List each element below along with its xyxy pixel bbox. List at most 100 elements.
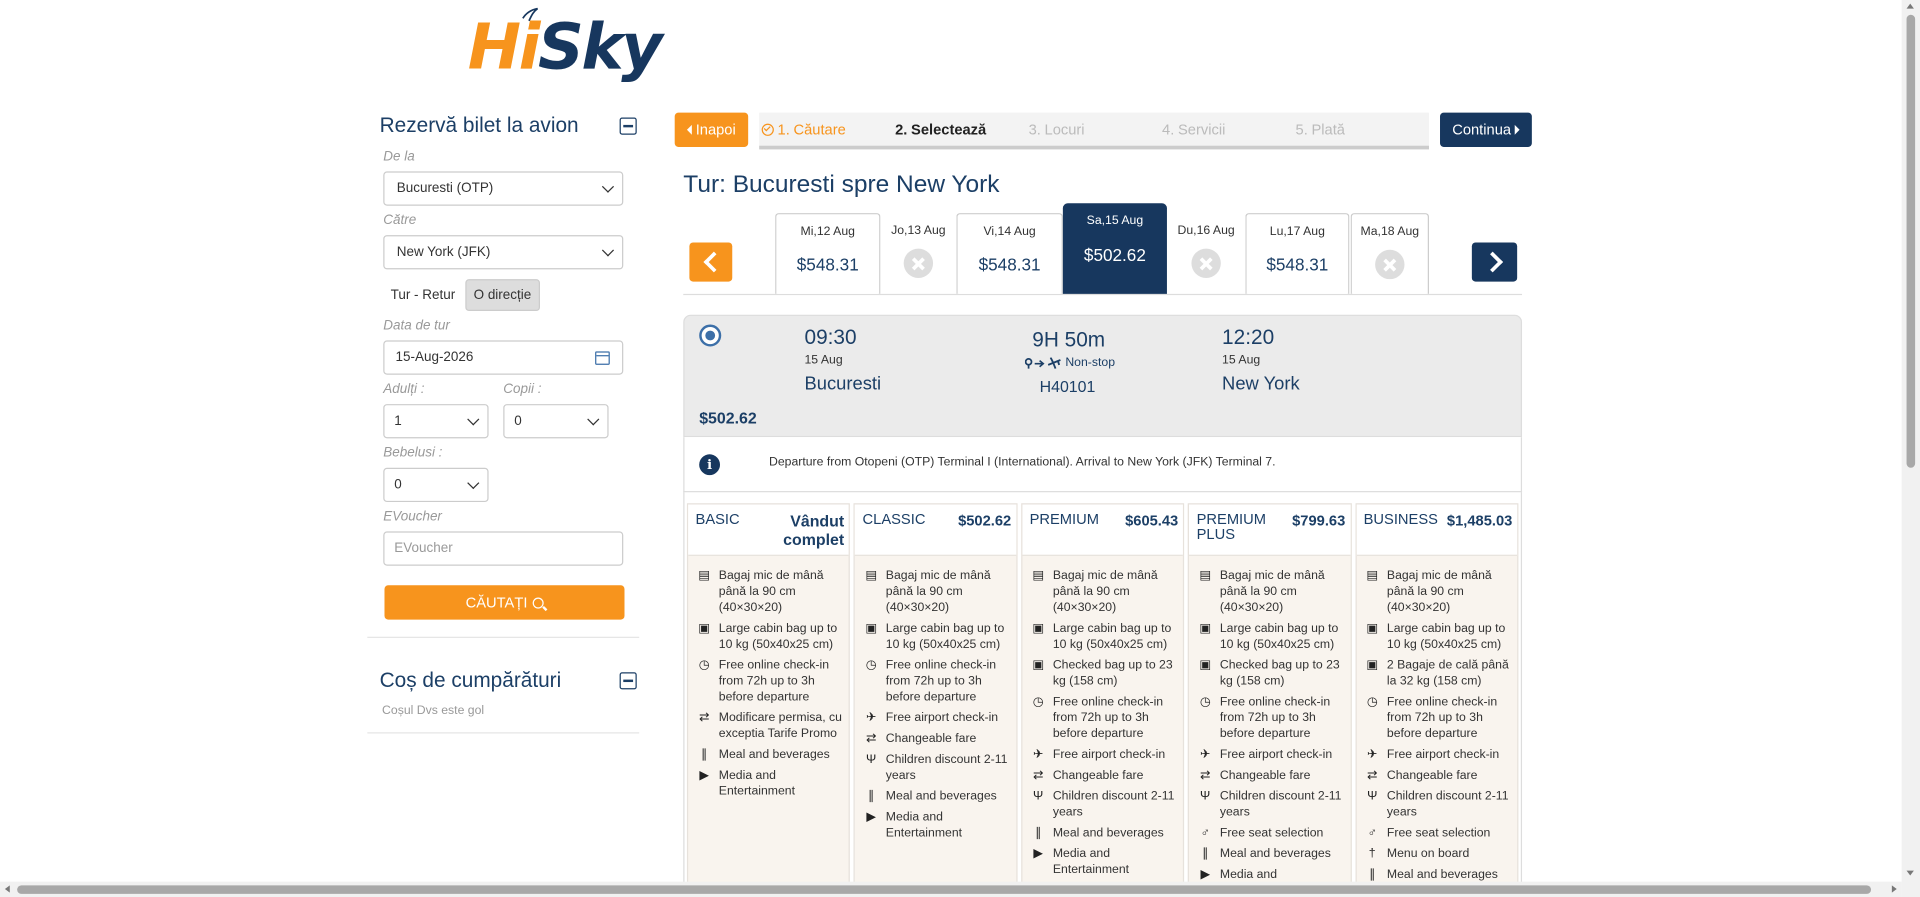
child-icon: Ψ: [1200, 789, 1211, 804]
back-button[interactable]: Inapoi: [674, 112, 749, 147]
children-label: Copii :: [503, 382, 542, 397]
search-button[interactable]: CĂUTAȚI: [384, 585, 625, 620]
next-dates-button[interactable]: [1471, 242, 1518, 282]
from-select[interactable]: Bucuresti (OTP): [383, 171, 624, 206]
fare-feature: ♂ Free seat selection: [1198, 825, 1345, 841]
fare-feature: ▣ Checked bag up to 23 kg (158 cm): [1031, 658, 1178, 690]
fare-feature: ∥ Meal and beverages: [697, 747, 844, 763]
fare-feature-text: Menu on board: [1386, 847, 1470, 861]
fare-name: PREMIUM: [1029, 510, 1099, 528]
cart-panel: Coș de cumpărături Coșul Dvs este gol: [367, 655, 639, 718]
fare-feature-text: Meal and beverages: [1386, 868, 1498, 882]
briefcase-icon: ▤: [1199, 569, 1211, 583]
clock-icon: ◷: [698, 658, 710, 673]
flight-duration: 9H 50m: [1032, 328, 1106, 352]
step-services: 4. Servicii: [1160, 113, 1293, 146]
date-label: Jo,13 Aug: [891, 224, 946, 238]
flight-card[interactable]: 09:30 15 Aug Bucuresti 9H 50m Non-stop H…: [683, 314, 1523, 438]
scroll-up-icon[interactable]: [1906, 3, 1914, 9]
continue-button[interactable]: Continua: [1440, 112, 1532, 147]
prev-dates-button[interactable]: [689, 242, 733, 282]
fare-header: PREMIUM PLUS $799.63: [1189, 504, 1351, 556]
step-label: Selectează: [911, 120, 987, 138]
child-icon: Ψ: [865, 753, 877, 767]
date-option[interactable]: Mi,12 Aug $548.31: [775, 213, 881, 294]
children-value: 0: [514, 413, 522, 429]
clock-icon: ◷: [865, 658, 877, 673]
step-num: 1.: [777, 120, 790, 138]
fare-feature-text: Changeable fare: [1052, 768, 1144, 783]
step-label: Locuri: [1044, 120, 1085, 138]
scrollbar-thumb[interactable]: [1906, 14, 1916, 468]
adults-label: Adulți :: [383, 382, 425, 397]
fare-feature: ▤ Bagaj mic de mână până la 90 cm (40×30×…: [1198, 568, 1345, 616]
step-label: Căutare: [793, 120, 846, 138]
exchange-icon: ⇄: [698, 711, 710, 725]
fare-feature-text: Media and Entertainment: [885, 810, 963, 841]
horizontal-scrollbar[interactable]: [0, 881, 1902, 897]
fare-feature-text: Free online check-in from 72h up to 3h b…: [885, 658, 997, 705]
children-select[interactable]: 0: [503, 404, 609, 439]
date-option[interactable]: Vi,14 Aug $548.31: [956, 213, 1063, 294]
exchange-icon: ⇄: [1200, 768, 1211, 783]
date-option[interactable]: Lu,17 Aug $548.31: [1245, 213, 1350, 294]
infants-select[interactable]: 0: [383, 467, 489, 503]
adults-select[interactable]: 1: [383, 404, 489, 439]
scrollbar-thumb[interactable]: [17, 885, 1872, 894]
one-way-button[interactable]: O direcție: [465, 279, 540, 312]
scroll-left-icon[interactable]: [4, 885, 10, 893]
suitcase-icon: ▣: [1199, 622, 1211, 636]
unavailable-icon: [1191, 248, 1221, 278]
flight-number: H40101: [1039, 377, 1096, 396]
fare-header: BUSINESS $1,485.03: [1356, 504, 1518, 556]
date-label: Du,16 Aug: [1177, 224, 1235, 238]
fare-feature: ∥ Meal and beverages: [1198, 846, 1345, 862]
fare-features: ▤ Bagaj mic de mână până la 90 cm (40×30×…: [855, 556, 1016, 841]
fare-card[interactable]: CLASSIC $502.62 ▤ Bagaj mic de mână până la…: [853, 503, 1018, 897]
fare-card[interactable]: PREMIUM PLUS $799.63 ▤ Bagaj mic de mână pâ…: [1188, 503, 1352, 897]
step-num: 3.: [1028, 120, 1041, 138]
booking-panel: Rezervă bilet la avion De la Bucuresti (…: [367, 100, 640, 734]
step-select[interactable]: 2. Selectează: [893, 113, 1026, 146]
scroll-down-icon[interactable]: [1906, 870, 1914, 876]
fare-feature: Ψ Children discount 2-11 years: [1031, 789, 1178, 821]
collapse-cart-icon[interactable]: [619, 672, 637, 690]
fare-card[interactable]: BUSINESS $1,485.03 ▤ Bagaj mic de mână până…: [1355, 503, 1519, 897]
cart-title: Coș de cumpărături: [379, 668, 562, 692]
to-select[interactable]: New York (JFK): [383, 235, 624, 270]
clock-icon: ◷: [1366, 695, 1378, 709]
fare-feature-text: Large cabin bag up to 10 kg (50x40x25 cm…: [718, 622, 838, 652]
media-icon: ▶: [1200, 868, 1210, 882]
flight-radio[interactable]: [699, 324, 722, 347]
date-label: Vi,14 Aug: [983, 225, 1036, 239]
round-trip-button[interactable]: Tur - Retur: [383, 279, 462, 311]
fare-feature-text: Bagaj mic de mână până la 90 cm (40×30×2…: [1052, 569, 1158, 615]
fare-feature-text: Changeable fare: [1219, 768, 1311, 783]
step-search[interactable]: 1. Căutare: [759, 113, 892, 146]
chevron-down-icon: [601, 180, 615, 193]
calendar-icon[interactable]: [595, 350, 610, 365]
date-option-selected[interactable]: Sa,15 Aug $502.62: [1062, 203, 1167, 294]
fare-feature-text: Free seat selection: [1386, 826, 1491, 841]
departure-date-field[interactable]: 15-Aug-2026: [383, 340, 624, 375]
suitcase-icon: ▣: [1366, 658, 1378, 673]
fare-feature-text: Changeable fare: [1386, 768, 1478, 783]
fare-feature: † Menu on board: [1365, 846, 1512, 862]
cutlery-icon: ∥: [1202, 847, 1209, 861]
cutlery-icon: ∥: [701, 748, 708, 762]
fare-options: BASIC Vândut complet ▤ Bagaj mic de mână pâ…: [683, 492, 1523, 897]
cutlery-icon: ∥: [1035, 826, 1042, 841]
booking-panel-title: Rezervă bilet la avion: [379, 113, 579, 138]
hisky-logo[interactable]: HiSky: [468, 5, 664, 91]
fare-feature: ◷ Free online check-in from 72h up to 3h …: [1031, 694, 1178, 742]
collapse-booking-icon[interactable]: [619, 117, 637, 135]
fare-features: ▤ Bagaj mic de mână până la 90 cm (40×30×…: [1189, 556, 1350, 883]
fare-features: ▤ Bagaj mic de mână până la 90 cm (40×30×…: [1022, 556, 1183, 878]
briefcase-icon: ▤: [865, 569, 877, 583]
fare-card[interactable]: PREMIUM $605.43 ▤ Bagaj mic de mână până la…: [1021, 503, 1185, 897]
date-price: $548.31: [1266, 254, 1329, 275]
scroll-right-icon[interactable]: [1891, 885, 1897, 893]
vertical-scrollbar[interactable]: [1901, 0, 1920, 897]
voucher-input[interactable]: EVoucher: [383, 531, 624, 566]
voucher-label: EVoucher: [383, 509, 442, 525]
